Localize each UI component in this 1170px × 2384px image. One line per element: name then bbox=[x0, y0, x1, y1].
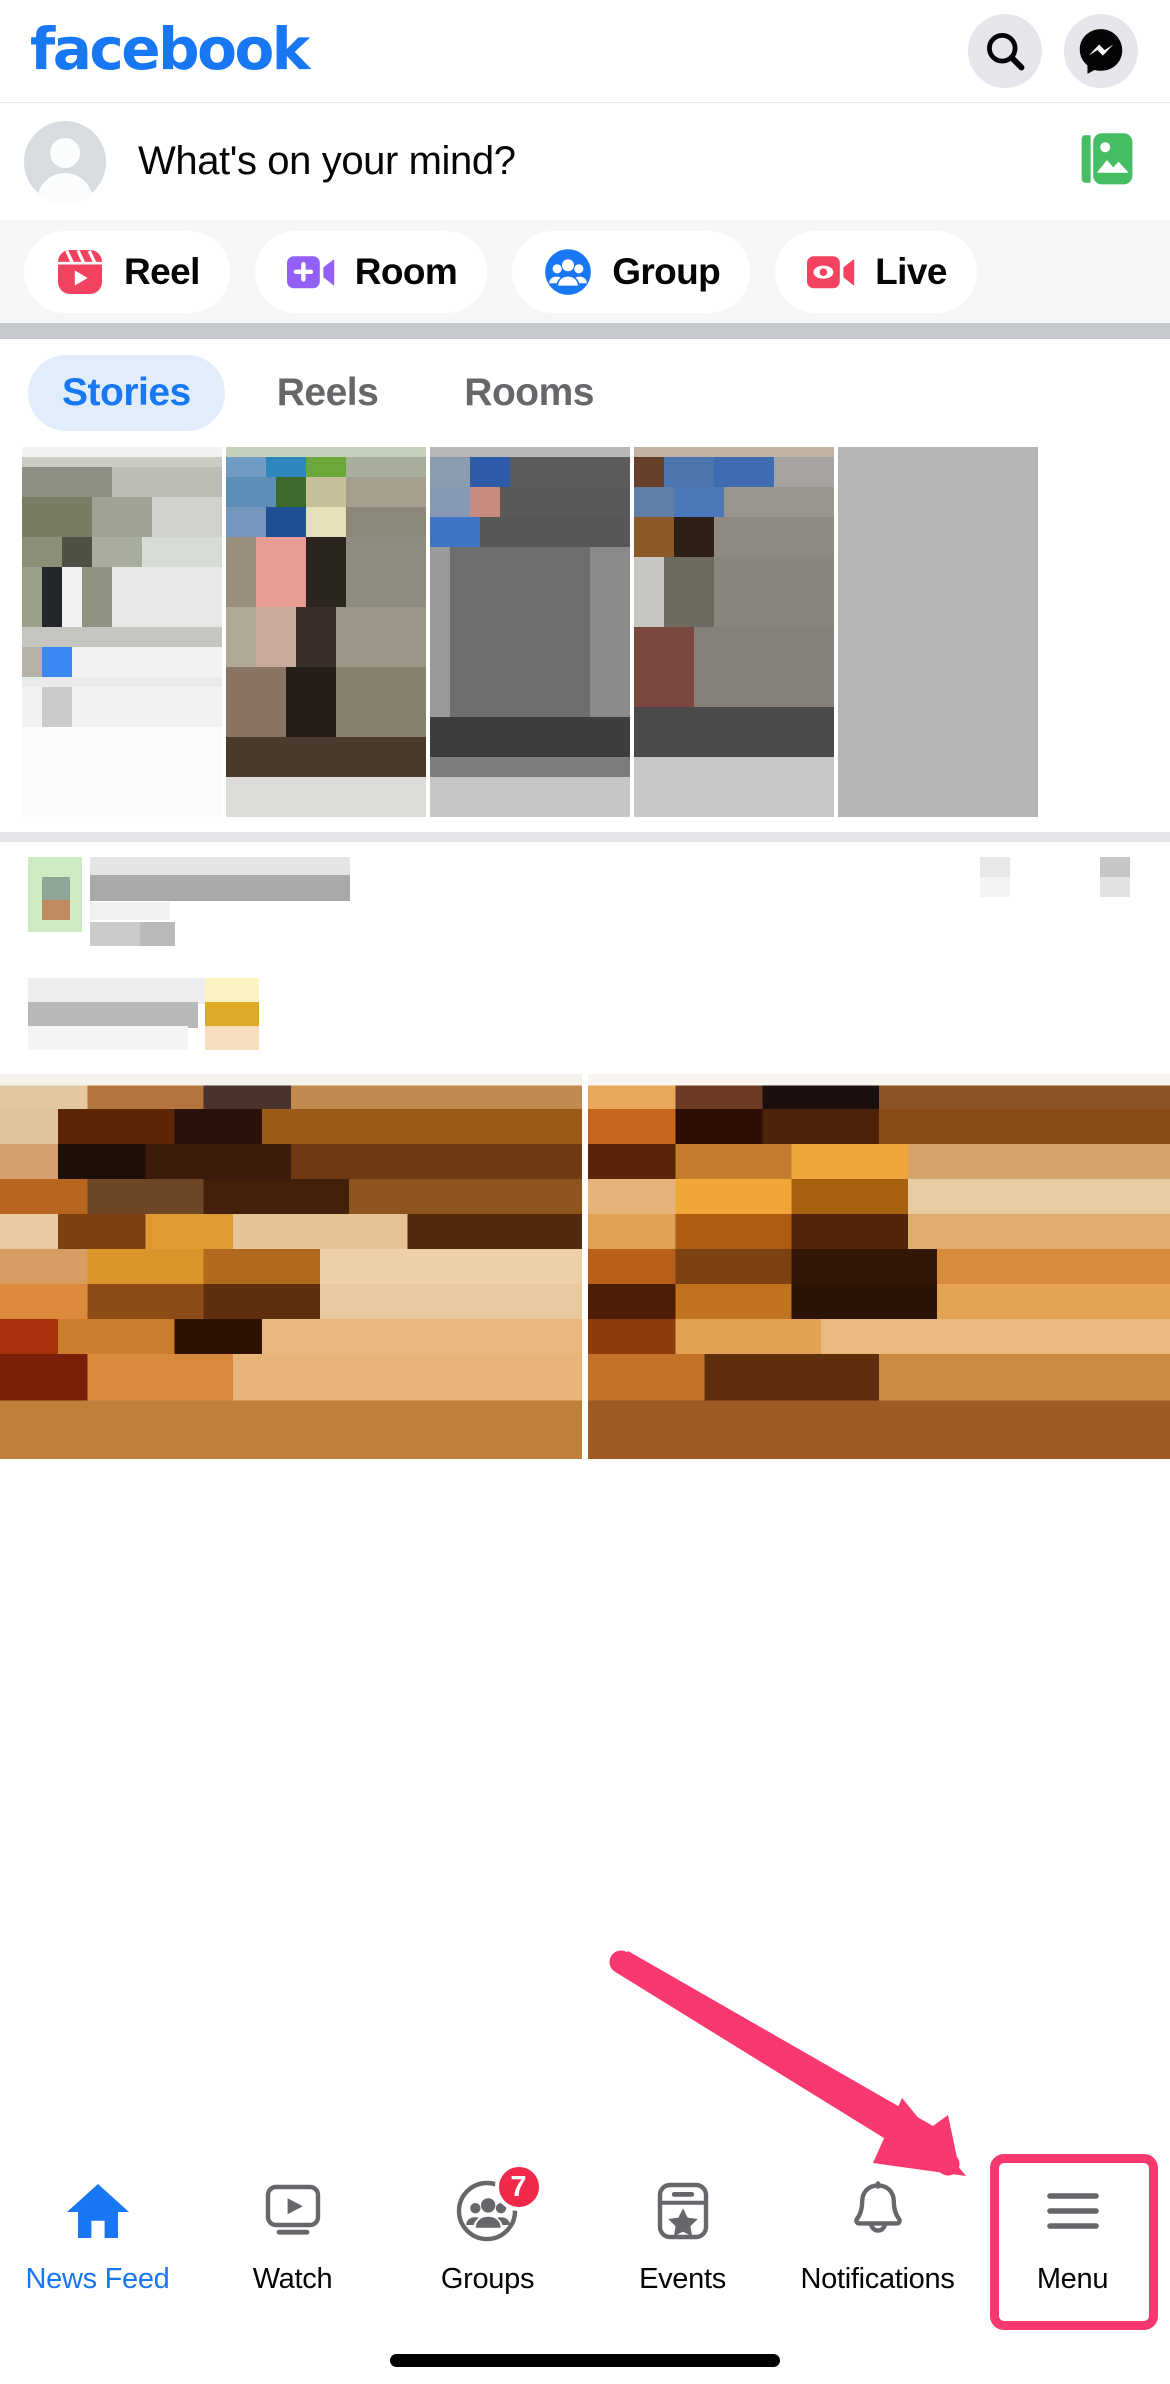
quick-action-label: Room bbox=[354, 250, 458, 292]
quick-action-reel[interactable]: Reel bbox=[24, 230, 230, 313]
bottom-navigation[interactable]: News Feed Watch 7 Groups Events Notifica… bbox=[0, 2151, 1170, 2384]
feed-divider bbox=[0, 832, 1170, 842]
quick-action-group[interactable]: Group bbox=[512, 230, 751, 313]
facebook-logo[interactable]: facebook bbox=[30, 20, 310, 78]
messenger-icon bbox=[1079, 29, 1123, 74]
nav-label: Groups bbox=[440, 2263, 535, 2295]
story-card[interactable] bbox=[838, 447, 1038, 817]
live-icon bbox=[807, 255, 855, 288]
hamburger-icon bbox=[1046, 2193, 1099, 2229]
story-thumbnail-blurred bbox=[838, 447, 1038, 817]
search-icon bbox=[987, 33, 1025, 71]
notifications-icon bbox=[853, 2181, 902, 2233]
nav-item-groups[interactable]: 7 Groups bbox=[390, 2163, 585, 2323]
quick-action-room[interactable]: Room bbox=[254, 230, 488, 313]
nav-item-news-feed[interactable]: News Feed bbox=[0, 2173, 195, 2323]
photo-gallery-icon bbox=[1081, 133, 1133, 185]
home-icon-wrap bbox=[65, 2173, 131, 2249]
nav-label: Watch bbox=[252, 2263, 333, 2295]
nav-label: Menu bbox=[1036, 2263, 1109, 2295]
tab-reels[interactable]: Reels bbox=[243, 355, 413, 431]
stories-carousel[interactable] bbox=[0, 447, 1170, 832]
group-icon bbox=[545, 248, 591, 295]
story-card[interactable] bbox=[430, 447, 630, 817]
tab-label: Reels bbox=[276, 371, 379, 414]
story-thumbnail-blurred bbox=[226, 447, 426, 817]
post-image-blurred bbox=[0, 1074, 582, 1459]
groups-badge: 7 bbox=[494, 2163, 543, 2211]
reel-icon bbox=[58, 249, 102, 294]
search-button[interactable] bbox=[968, 14, 1042, 88]
story-card[interactable] bbox=[226, 447, 426, 817]
header-actions bbox=[968, 14, 1138, 88]
nav-label: Events bbox=[639, 2263, 726, 2295]
groups-icon-wrap: 7 bbox=[455, 2163, 543, 2249]
nav-item-watch[interactable]: Watch bbox=[195, 2173, 390, 2323]
messenger-button[interactable] bbox=[1064, 14, 1138, 88]
tab-label: Stories bbox=[62, 371, 191, 414]
section-separator bbox=[0, 323, 1170, 339]
home-icon bbox=[66, 2184, 129, 2238]
quick-action-live[interactable]: Live bbox=[775, 230, 977, 313]
tab-rooms[interactable]: Rooms bbox=[430, 355, 628, 431]
post-header-blurred bbox=[0, 842, 1170, 1074]
avatar[interactable] bbox=[24, 120, 106, 203]
quick-action-label: Live bbox=[875, 250, 947, 292]
story-card[interactable] bbox=[634, 447, 834, 817]
notifications-icon-wrap bbox=[848, 2173, 908, 2249]
photo-button[interactable] bbox=[1074, 128, 1138, 195]
content-tabs[interactable]: Stories Reels Rooms bbox=[0, 339, 1170, 447]
nav-item-menu[interactable]: Menu bbox=[975, 2173, 1170, 2323]
media-panel-left[interactable] bbox=[0, 1074, 582, 1459]
home-indicator bbox=[390, 2354, 780, 2367]
feed-post-header[interactable] bbox=[0, 842, 1170, 1074]
story-thumbnail-blurred bbox=[22, 447, 222, 817]
tab-stories[interactable]: Stories bbox=[28, 355, 225, 431]
feed-post-media[interactable] bbox=[0, 1074, 1170, 1459]
story-card[interactable] bbox=[22, 447, 222, 817]
app-header: facebook bbox=[0, 0, 1170, 103]
hamburger-icon-wrap bbox=[1042, 2173, 1104, 2249]
quick-action-label: Group bbox=[612, 250, 721, 292]
facebook-mobile-screen: facebook What's on your mind? Reel Room … bbox=[0, 0, 1170, 2384]
nav-label: News Feed bbox=[25, 2263, 170, 2295]
nav-label: Notifications bbox=[800, 2263, 955, 2295]
nav-item-notifications[interactable]: Notifications bbox=[780, 2173, 975, 2323]
post-composer[interactable]: What's on your mind? bbox=[0, 103, 1170, 220]
events-icon bbox=[657, 2182, 708, 2240]
quick-action-label: Reel bbox=[124, 250, 200, 292]
watch-icon bbox=[265, 2184, 320, 2235]
watch-icon-wrap bbox=[262, 2173, 324, 2249]
events-icon-wrap bbox=[653, 2173, 713, 2249]
media-panel-right[interactable] bbox=[588, 1074, 1170, 1459]
post-image-blurred bbox=[588, 1074, 1170, 1459]
tab-label: Rooms bbox=[464, 371, 594, 414]
story-thumbnail-blurred bbox=[430, 447, 630, 817]
quick-actions-row[interactable]: Reel Room Group Live bbox=[0, 220, 1170, 323]
composer-placeholder[interactable]: What's on your mind? bbox=[138, 139, 1074, 184]
nav-item-events[interactable]: Events bbox=[585, 2173, 780, 2323]
room-icon bbox=[286, 255, 334, 288]
story-thumbnail-blurred bbox=[634, 447, 834, 817]
